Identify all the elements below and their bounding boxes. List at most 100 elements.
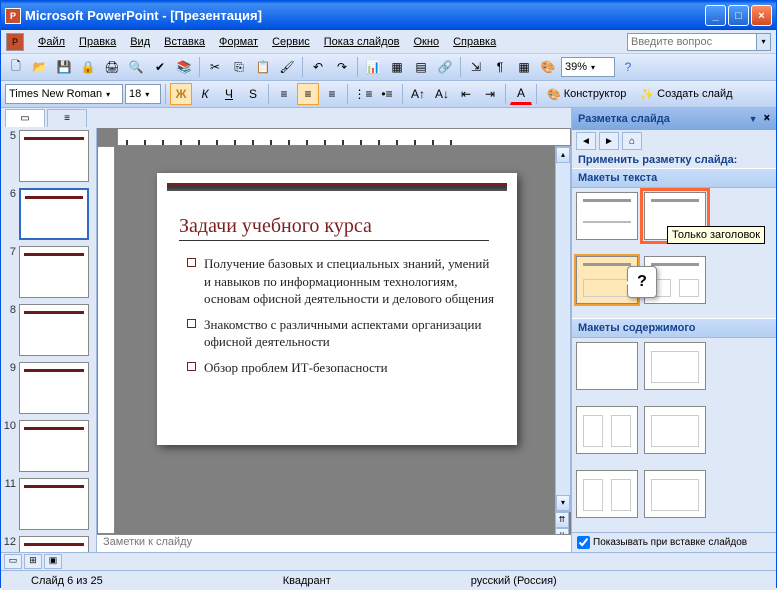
layout-content-3[interactable]: [644, 406, 706, 454]
thumbnail-pane[interactable]: 5 6 7 8 9 10 11 12: [1, 128, 97, 552]
nav-back-button[interactable]: ◄: [576, 132, 596, 150]
print-button[interactable]: 🖨: [101, 56, 123, 78]
vertical-scrollbar[interactable]: ▴ ▾: [555, 146, 571, 512]
increase-indent-button[interactable]: ⇥: [479, 83, 501, 105]
preview-button[interactable]: 🔍: [125, 56, 147, 78]
color-button[interactable]: 🎨: [537, 56, 559, 78]
decrease-font-button[interactable]: A↓: [431, 83, 453, 105]
chart-button[interactable]: 📊: [362, 56, 384, 78]
thumb-row[interactable]: 7: [3, 246, 94, 298]
help-search-input[interactable]: [627, 33, 757, 51]
slide-title[interactable]: Задачи учебного курса: [179, 215, 489, 241]
new-button[interactable]: 🗋: [5, 56, 27, 78]
thumb-slide[interactable]: [19, 246, 89, 298]
bold-button[interactable]: Ж: [170, 83, 192, 105]
slideshow-view-button[interactable]: ▣: [44, 554, 62, 569]
designer-button[interactable]: 🎨Конструктор: [541, 83, 632, 105]
thumb-row[interactable]: 5: [3, 130, 94, 182]
normal-view-button[interactable]: ▭: [4, 554, 22, 569]
decrease-indent-button[interactable]: ⇤: [455, 83, 477, 105]
scroll-up-button[interactable]: ▴: [556, 147, 570, 163]
menu-tools[interactable]: Сервис: [266, 34, 316, 50]
menu-view[interactable]: Вид: [124, 34, 156, 50]
doc-icon[interactable]: P: [6, 33, 24, 51]
bullet-item[interactable]: Обзор проблем ИТ-безопасности: [187, 359, 499, 377]
increase-font-button[interactable]: A↑: [407, 83, 429, 105]
thumb-slide[interactable]: [19, 130, 89, 182]
thumb-row[interactable]: 10: [3, 420, 94, 472]
undo-button[interactable]: ↶: [307, 56, 329, 78]
tab-outline[interactable]: ≡: [47, 109, 87, 127]
cut-button[interactable]: ✂: [204, 56, 226, 78]
format-painter-button[interactable]: 🖌: [276, 56, 298, 78]
thumb-row[interactable]: 8: [3, 304, 94, 356]
help-search[interactable]: ▾: [627, 33, 771, 51]
thumb-slide[interactable]: [19, 304, 89, 356]
notes-pane[interactable]: Заметки к слайду: [97, 534, 571, 552]
fontsize-combo[interactable]: 18▾: [125, 84, 161, 104]
thumb-slide[interactable]: [19, 536, 89, 552]
align-center-button[interactable]: ≡: [297, 83, 319, 105]
hyperlink-button[interactable]: 🔗: [434, 56, 456, 78]
thumb-slide[interactable]: [19, 362, 89, 414]
help-search-dropdown[interactable]: ▾: [757, 33, 771, 51]
expand-button[interactable]: ⇲: [465, 56, 487, 78]
thumb-slide[interactable]: [19, 420, 89, 472]
menu-insert[interactable]: Вставка: [158, 34, 211, 50]
nav-forward-button[interactable]: ►: [599, 132, 619, 150]
tables-borders-button[interactable]: ▤: [410, 56, 432, 78]
zoom-combo[interactable]: 39%▾: [561, 57, 615, 77]
open-button[interactable]: 📂: [29, 56, 51, 78]
slide-body[interactable]: Получение базовых и специальных знаний, …: [187, 255, 499, 384]
pane-close-icon[interactable]: ×: [764, 112, 770, 124]
layout-content[interactable]: [644, 342, 706, 390]
align-right-button[interactable]: ≡: [321, 83, 343, 105]
thumb-row[interactable]: 9: [3, 362, 94, 414]
menu-window[interactable]: Окно: [408, 34, 446, 50]
underline-button[interactable]: Ч: [218, 83, 240, 105]
save-button[interactable]: 💾: [53, 56, 75, 78]
scroll-down-button[interactable]: ▾: [556, 495, 570, 511]
slide-canvas[interactable]: Задачи учебного курса Получение базовых …: [157, 173, 517, 445]
italic-button[interactable]: К: [194, 83, 216, 105]
close-button[interactable]: ×: [751, 5, 772, 26]
permission-button[interactable]: 🔒: [77, 56, 99, 78]
menu-help[interactable]: Справка: [447, 34, 502, 50]
layout-content-5[interactable]: [644, 470, 706, 518]
status-language[interactable]: русский (Россия): [441, 575, 587, 587]
menu-edit[interactable]: Правка: [73, 34, 122, 50]
layout-content-4[interactable]: [576, 470, 638, 518]
thumb-slide[interactable]: [19, 188, 89, 240]
thumb-slide[interactable]: [19, 478, 89, 530]
thumb-row[interactable]: 6: [3, 188, 94, 240]
menu-file[interactable]: Файл: [32, 34, 71, 50]
font-combo[interactable]: Times New Roman▾: [5, 84, 123, 104]
help-button[interactable]: ?: [617, 56, 639, 78]
minimize-button[interactable]: _: [705, 5, 726, 26]
spell-button[interactable]: ✔: [149, 56, 171, 78]
copy-button[interactable]: ⎘: [228, 56, 250, 78]
show-on-insert-checkbox[interactable]: [577, 536, 590, 549]
menu-format[interactable]: Формат: [213, 34, 264, 50]
paste-button[interactable]: 📋: [252, 56, 274, 78]
tab-slides[interactable]: ▭: [5, 109, 45, 127]
font-color-button[interactable]: A: [510, 83, 532, 105]
layout-content-2[interactable]: [576, 406, 638, 454]
numbering-button[interactable]: ⋮≡: [352, 83, 374, 105]
maximize-button[interactable]: □: [728, 5, 749, 26]
thumb-row[interactable]: 11: [3, 478, 94, 530]
shadow-button[interactable]: S: [242, 83, 264, 105]
prev-slide-button[interactable]: ⇈: [555, 512, 569, 528]
thumb-row[interactable]: 12: [3, 536, 94, 552]
new-slide-button[interactable]: ✨Создать слайд: [634, 83, 738, 105]
sorter-view-button[interactable]: ⊞: [24, 554, 42, 569]
research-button[interactable]: 📚: [173, 56, 195, 78]
align-left-button[interactable]: ≡: [273, 83, 295, 105]
bullets-button[interactable]: •≡: [376, 83, 398, 105]
help-balloon[interactable]: ?: [627, 266, 657, 298]
layout-blank[interactable]: [576, 342, 638, 390]
layout-title-subtitle[interactable]: [576, 192, 638, 240]
redo-button[interactable]: ↷: [331, 56, 353, 78]
bullet-item[interactable]: Получение базовых и специальных знаний, …: [187, 255, 499, 308]
bullet-item[interactable]: Знакомство с различными аспектами органи…: [187, 316, 499, 351]
